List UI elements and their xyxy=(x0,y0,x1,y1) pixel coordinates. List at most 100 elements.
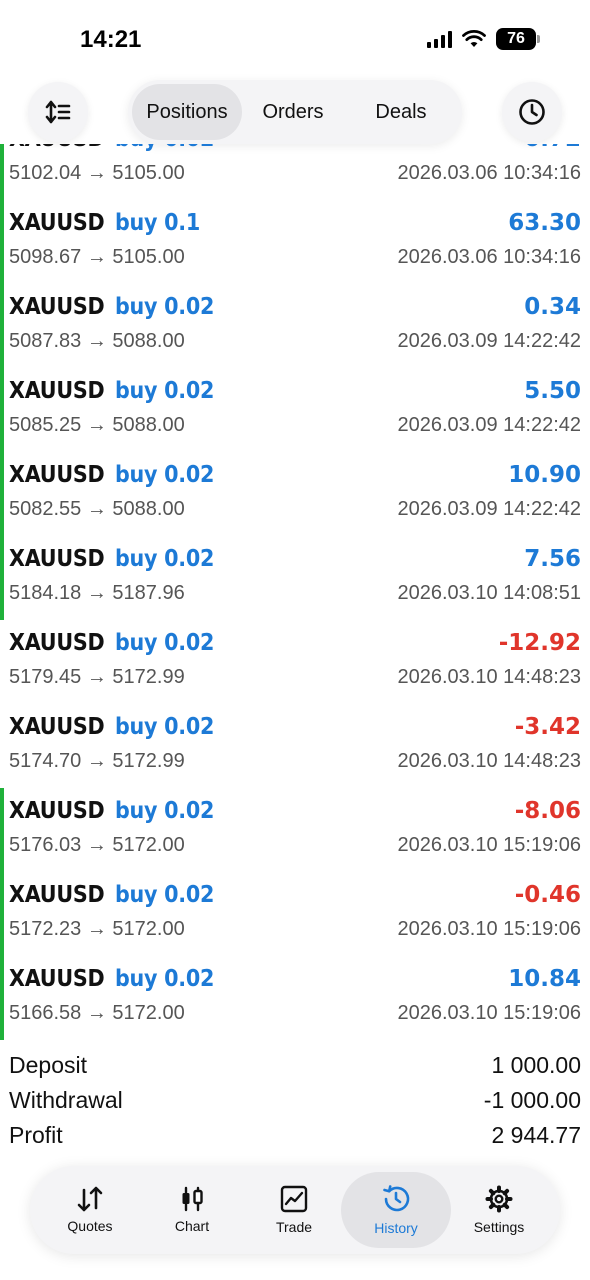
position-profit: -0.46 xyxy=(514,882,581,908)
position-prices: 5166.58 → 5172.00 xyxy=(9,1002,185,1024)
list-item[interactable]: XAUUSD buy 0.1 63.30 5098.67 → 5105.00 2… xyxy=(0,200,590,284)
position-symbol: XAUUSD xyxy=(9,798,105,824)
list-item[interactable]: XAUUSD buy 0.02 0.72 5102.04 → 5105.00 2… xyxy=(0,144,590,200)
summary-value: 2 944.77 xyxy=(491,1122,581,1148)
position-group-bar xyxy=(0,200,4,284)
sort-button[interactable] xyxy=(28,82,88,142)
position-profit: -8.06 xyxy=(514,798,581,824)
position-group-bar xyxy=(0,368,4,452)
position-time: 2026.03.10 15:19:06 xyxy=(397,918,581,940)
clock-icon xyxy=(519,99,545,125)
position-profit: 0.34 xyxy=(524,294,581,320)
position-prices: 5174.70 → 5172.99 xyxy=(9,750,185,772)
summary-row-withdrawal: Withdrawal -1 000.00 xyxy=(0,1087,590,1122)
position-time: 2026.03.10 15:19:06 xyxy=(397,834,581,856)
position-group-bar xyxy=(0,536,4,620)
summary-value: -1 000.00 xyxy=(483,1087,581,1113)
list-item[interactable]: XAUUSD buy 0.02 0.34 5087.83 → 5088.00 2… xyxy=(0,284,590,368)
tab-settings[interactable]: Settings xyxy=(444,1172,554,1248)
status-time: 14:21 xyxy=(80,26,142,53)
position-side: buy 0.02 xyxy=(114,630,215,656)
position-side: buy 0.02 xyxy=(114,378,215,404)
position-side: buy 0.02 xyxy=(114,798,215,824)
list-item[interactable]: XAUUSD buy 0.02 -3.42 5174.70 → 5172.99 … xyxy=(0,704,590,788)
position-time: 2026.03.10 14:48:23 xyxy=(397,750,581,772)
position-profit: -3.42 xyxy=(514,714,581,740)
position-time: 2026.03.06 10:34:16 xyxy=(397,162,581,184)
position-symbol: XAUUSD xyxy=(9,378,105,404)
position-time: 2026.03.09 14:22:42 xyxy=(397,414,581,436)
position-profit: 0.72 xyxy=(524,144,581,152)
position-symbol: XAUUSD xyxy=(9,462,105,488)
trade-chart-icon xyxy=(280,1185,308,1213)
tab-chart[interactable]: Chart xyxy=(137,1172,247,1248)
position-side: buy 0.02 xyxy=(115,144,214,152)
list-item[interactable]: XAUUSD buy 0.02 5.50 5085.25 → 5088.00 2… xyxy=(0,368,590,452)
position-prices: 5179.45 → 5172.99 xyxy=(9,666,185,688)
position-group-bar xyxy=(0,284,4,368)
summary-label: Profit xyxy=(9,1122,63,1148)
position-side: buy 0.02 xyxy=(114,714,215,740)
tab-positions[interactable]: Positions xyxy=(132,84,242,140)
battery-level: 76 xyxy=(496,28,536,50)
summary-label: Withdrawal xyxy=(9,1087,123,1113)
position-prices: 5172.23 → 5172.00 xyxy=(9,918,185,940)
position-group-bar xyxy=(0,452,4,536)
summary-label: Deposit xyxy=(9,1052,87,1078)
positions-list[interactable]: XAUUSD buy 0.02 0.72 5102.04 → 5105.00 2… xyxy=(0,144,590,1040)
position-symbol: XAUUSD xyxy=(9,144,105,152)
quotes-icon xyxy=(77,1186,103,1212)
position-profit: 10.84 xyxy=(508,966,581,992)
tab-history[interactable]: History xyxy=(341,1172,451,1248)
tab-deals[interactable]: Deals xyxy=(344,84,458,140)
summary-row-profit: Profit 2 944.77 xyxy=(0,1122,590,1157)
position-symbol: XAUUSD xyxy=(9,630,105,656)
tab-quotes[interactable]: Quotes xyxy=(35,1172,145,1248)
list-item[interactable]: XAUUSD buy 0.02 7.56 5184.18 → 5187.96 2… xyxy=(0,536,590,620)
position-symbol: XAUUSD xyxy=(9,882,105,908)
position-prices: 5102.04 → 5105.00 xyxy=(9,162,185,184)
bottom-tab-bar: Quotes Chart Trade History Settings xyxy=(30,1166,560,1254)
position-symbol: XAUUSD xyxy=(9,966,105,992)
list-item[interactable]: XAUUSD buy 0.02 -0.46 5172.23 → 5172.00 … xyxy=(0,872,590,956)
position-profit: 63.30 xyxy=(508,210,581,236)
position-prices: 5184.18 → 5187.96 xyxy=(9,582,185,604)
list-item[interactable]: XAUUSD buy 0.02 10.90 5082.55 → 5088.00 … xyxy=(0,452,590,536)
position-side: buy 0.1 xyxy=(114,210,201,236)
position-symbol: XAUUSD xyxy=(9,210,105,236)
position-time: 2026.03.09 14:22:42 xyxy=(397,330,581,352)
summary-value: 1 000.00 xyxy=(491,1052,581,1078)
position-group-bar xyxy=(0,872,4,956)
position-time: 2026.03.06 10:34:16 xyxy=(397,246,581,268)
history-summary: Deposit 1 000.00 Withdrawal -1 000.00 Pr… xyxy=(0,1052,590,1157)
top-bar: Positions Orders Deals xyxy=(0,80,590,144)
history-icon xyxy=(383,1185,410,1212)
position-symbol: XAUUSD xyxy=(9,714,105,740)
tab-orders[interactable]: Orders xyxy=(242,84,344,140)
status-bar: 14:21 76 xyxy=(0,0,590,80)
position-prices: 5085.25 → 5088.00 xyxy=(9,414,185,436)
status-icons: 76 xyxy=(427,28,540,50)
cellular-signal-icon xyxy=(427,30,452,48)
candlestick-icon xyxy=(182,1186,203,1212)
tab-quotes-label: Quotes xyxy=(67,1218,113,1234)
position-prices: 5087.83 → 5088.00 xyxy=(9,330,185,352)
position-prices: 5082.55 → 5088.00 xyxy=(9,498,185,520)
tab-trade[interactable]: Trade xyxy=(239,1172,349,1248)
list-item[interactable]: XAUUSD buy 0.02 -12.92 5179.45 → 5172.99… xyxy=(0,620,590,704)
position-profit: -12.92 xyxy=(498,630,581,656)
position-profit: 7.56 xyxy=(524,546,581,572)
position-side: buy 0.02 xyxy=(114,294,215,320)
position-group-bar xyxy=(0,788,4,872)
position-time: 2026.03.10 15:19:06 xyxy=(397,1002,581,1024)
list-item[interactable]: XAUUSD buy 0.02 -8.06 5176.03 → 5172.00 … xyxy=(0,788,590,872)
tab-trade-label: Trade xyxy=(275,1219,313,1235)
position-profit: 10.90 xyxy=(508,462,581,488)
sort-icon xyxy=(45,100,71,124)
period-button[interactable] xyxy=(502,82,562,142)
position-time: 2026.03.10 14:08:51 xyxy=(397,582,581,604)
tab-history-label: History xyxy=(374,1220,418,1236)
position-side: buy 0.02 xyxy=(114,462,215,488)
position-prices: 5098.67 → 5105.00 xyxy=(9,246,185,268)
list-item[interactable]: XAUUSD buy 0.02 10.84 5166.58 → 5172.00 … xyxy=(0,956,590,1040)
